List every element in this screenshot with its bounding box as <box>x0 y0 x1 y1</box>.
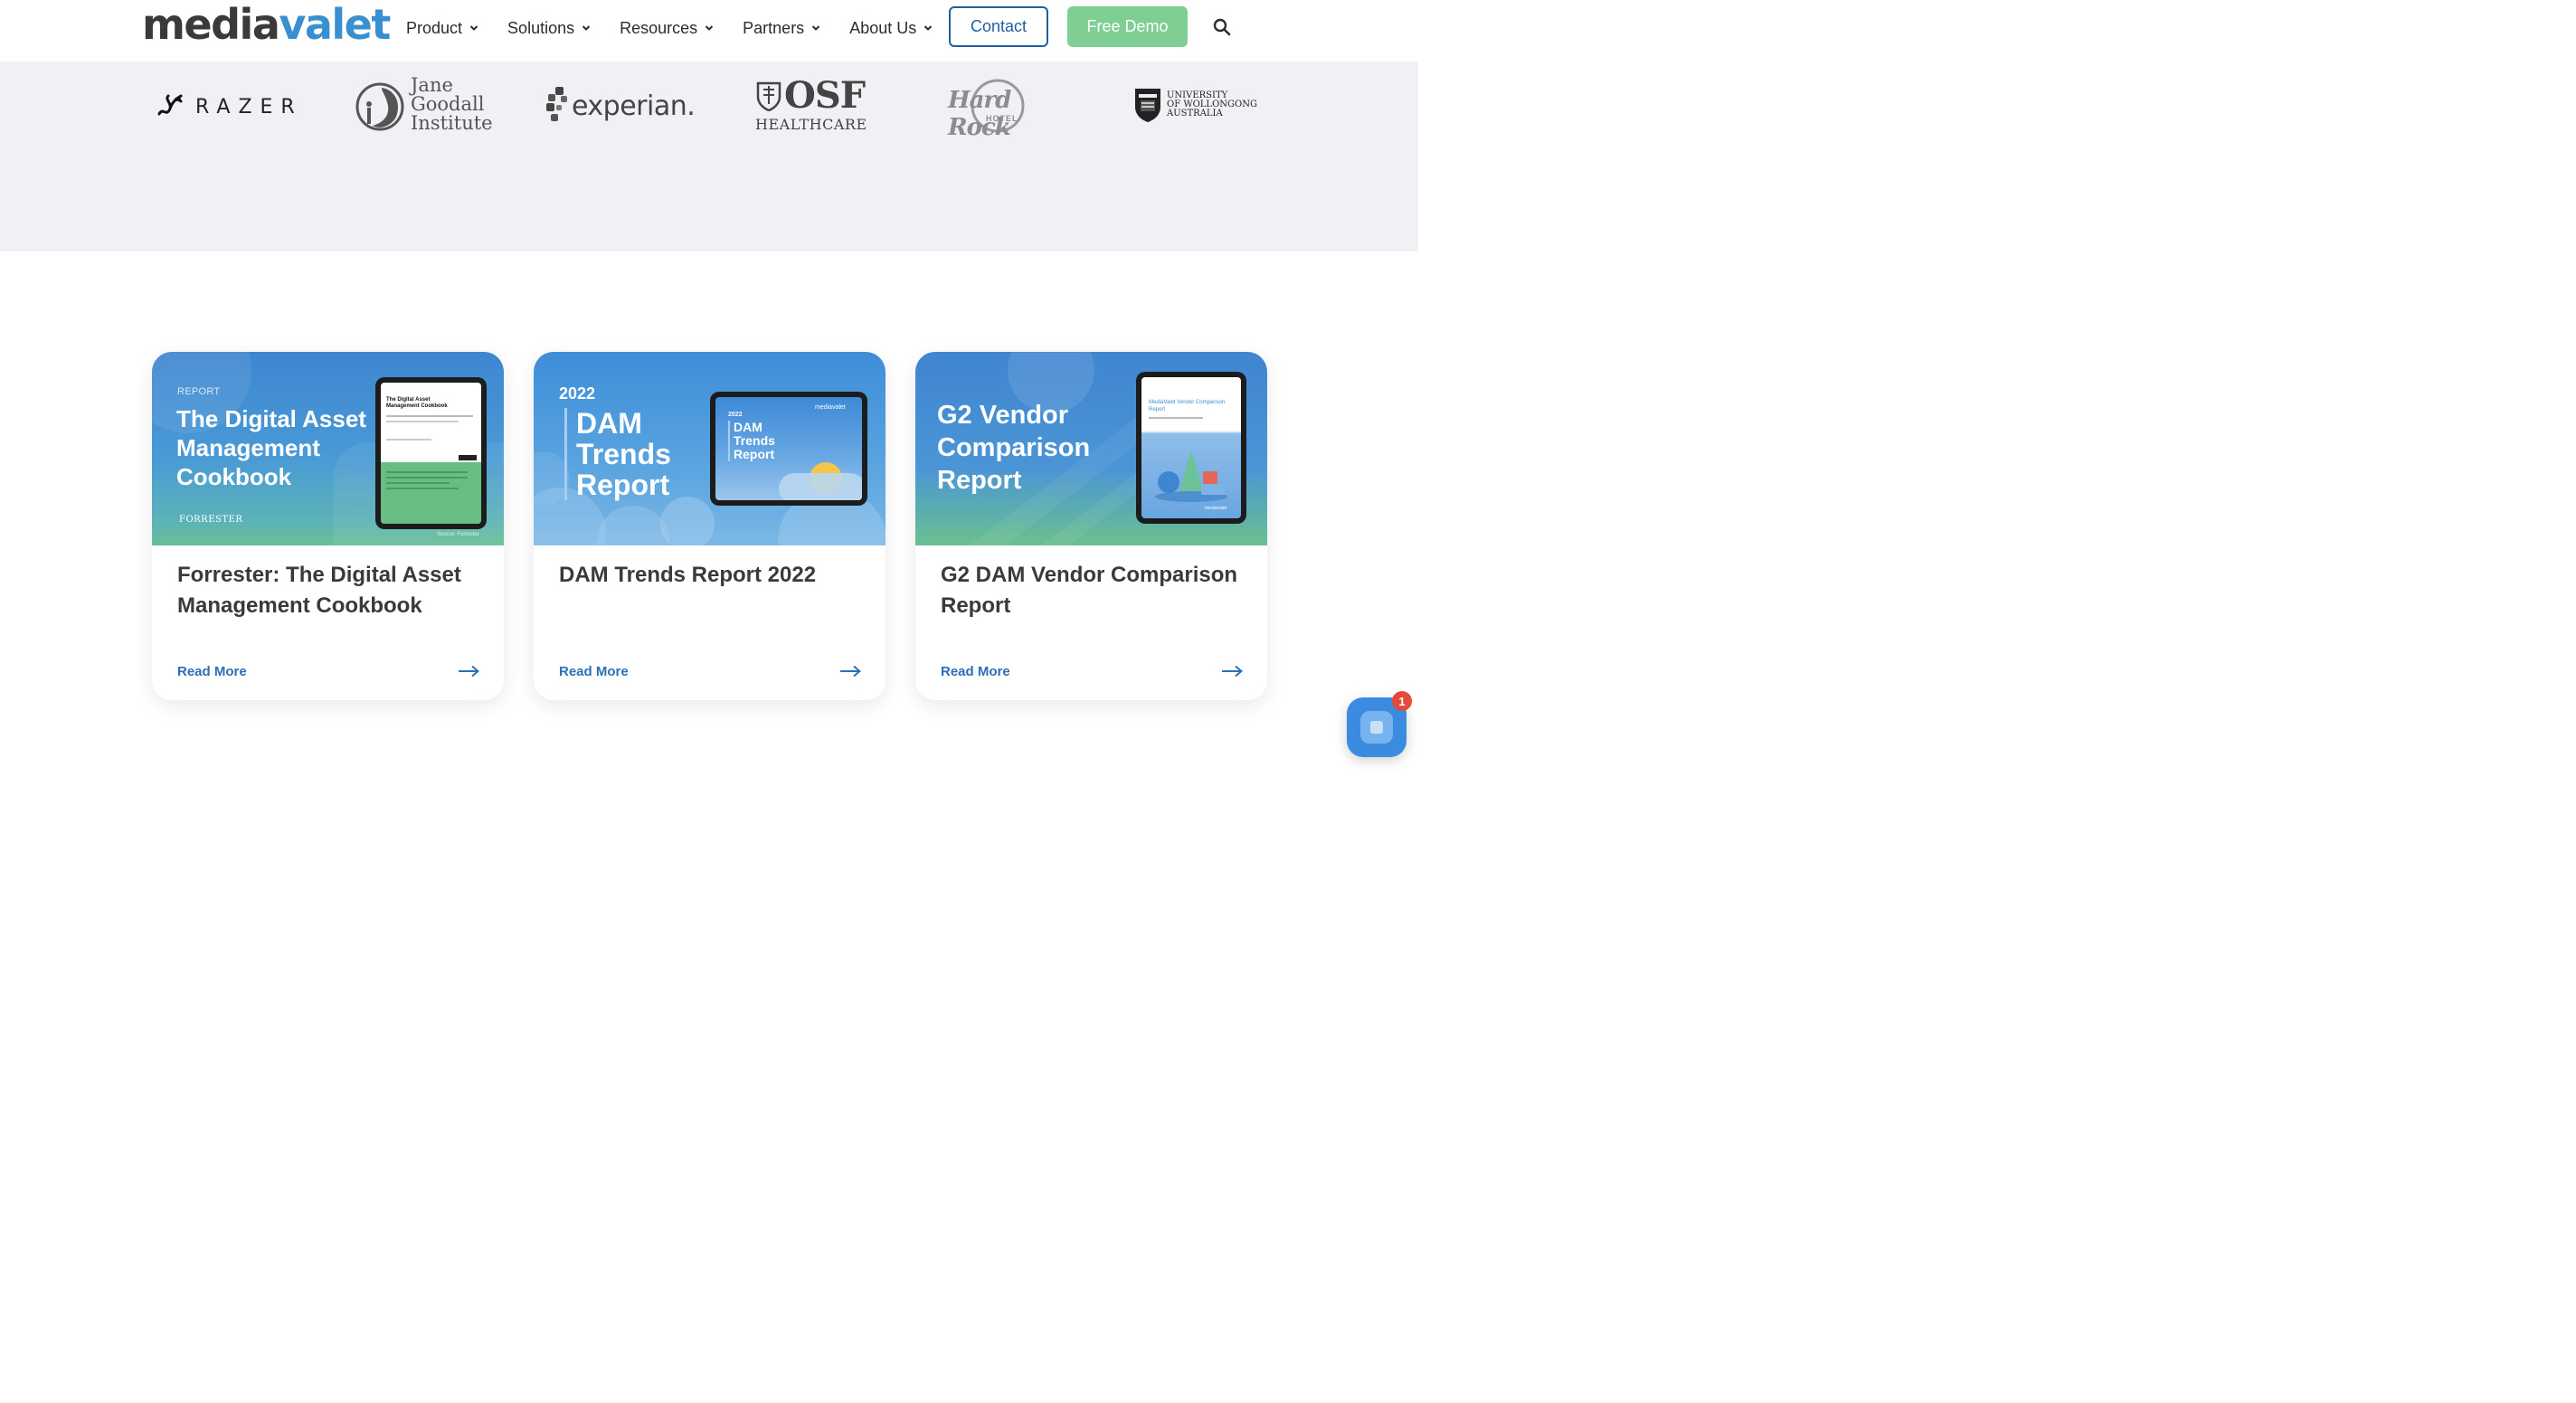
card-title[interactable]: DAM Trends Report 2022 <box>559 560 867 591</box>
client-logos-strip: RAZER Jane Goodall Institute experian. O… <box>0 62 1418 251</box>
chevron-down-icon <box>705 25 714 31</box>
main-nav: Product Solutions Resources Partners Abo… <box>406 0 961 56</box>
resource-card-dam-cookbook[interactable]: REPORT The Digital Asset Management Cook… <box>152 352 504 700</box>
experian-logo: experian. <box>546 87 696 125</box>
arrow-right-icon[interactable] <box>458 665 479 678</box>
card-thumbnail[interactable]: G2 Vendor Comparison Report MediaValet V… <box>915 352 1267 545</box>
razer-snake-icon <box>157 94 183 116</box>
hard-rock-hotel-logo: Hard Rock HOTEL <box>946 78 1049 141</box>
osf-healthcare-logo: OSF HEALTHCARE <box>755 74 867 134</box>
free-demo-button[interactable]: Free Demo <box>1067 6 1188 47</box>
read-more-link[interactable]: Read More <box>559 664 629 679</box>
contact-button[interactable]: Contact <box>949 6 1048 47</box>
chevron-down-icon <box>924 25 933 31</box>
read-more-link[interactable]: Read More <box>941 664 1010 679</box>
resource-card-dam-trends[interactable]: 2022 DAM Trends Report mediavalet 2022 D… <box>534 352 886 700</box>
card-thumbnail[interactable]: REPORT The Digital Asset Management Cook… <box>152 352 504 545</box>
site-header: mediavalet Product Solutions Resources P… <box>0 0 1418 62</box>
chevron-down-icon <box>469 25 478 31</box>
osf-crest-icon <box>756 81 781 111</box>
nav-resources[interactable]: Resources <box>620 19 714 38</box>
arrow-right-icon[interactable] <box>1221 665 1243 678</box>
arrow-right-icon[interactable] <box>839 665 861 678</box>
experian-dots-icon <box>546 87 567 121</box>
card-thumbnail[interactable]: 2022 DAM Trends Report mediavalet 2022 D… <box>534 352 886 545</box>
tablet-mockup: The Digital Asset Management Cookbook <box>375 377 487 529</box>
nav-about-us[interactable]: About Us <box>849 19 933 38</box>
jane-goodall-emblem-icon <box>355 82 404 130</box>
search-icon[interactable] <box>1213 18 1231 36</box>
nav-partners[interactable]: Partners <box>743 19 820 38</box>
tablet-mockup: mediavalet 2022 DAM Trends Report <box>710 392 867 506</box>
jane-goodall-logo: Jane Goodall Institute <box>355 76 493 133</box>
chevron-down-icon <box>582 25 591 31</box>
nav-solutions[interactable]: Solutions <box>507 19 591 38</box>
university-of-wollongong-logo: UNIVERSITY OF WOLLONGONG AUSTRALIA <box>1134 87 1257 123</box>
mediavalet-logo[interactable]: mediavalet <box>142 2 391 47</box>
card-title[interactable]: G2 DAM Vendor Comparison Report <box>941 560 1248 621</box>
card-title[interactable]: Forrester: The Digital Asset Management … <box>177 560 485 621</box>
nav-product[interactable]: Product <box>406 19 478 38</box>
chat-notification-badge: 1 <box>1392 691 1412 711</box>
uow-shield-icon <box>1135 89 1160 122</box>
read-more-link[interactable]: Read More <box>177 664 247 679</box>
razer-logo: RAZER <box>154 90 303 123</box>
chevron-down-icon <box>811 25 820 31</box>
tablet-mockup: MediaValet Vendor Comparison Report medi… <box>1136 372 1246 524</box>
chat-icon <box>1360 711 1393 744</box>
resource-card-g2-comparison[interactable]: G2 Vendor Comparison Report MediaValet V… <box>915 352 1267 700</box>
